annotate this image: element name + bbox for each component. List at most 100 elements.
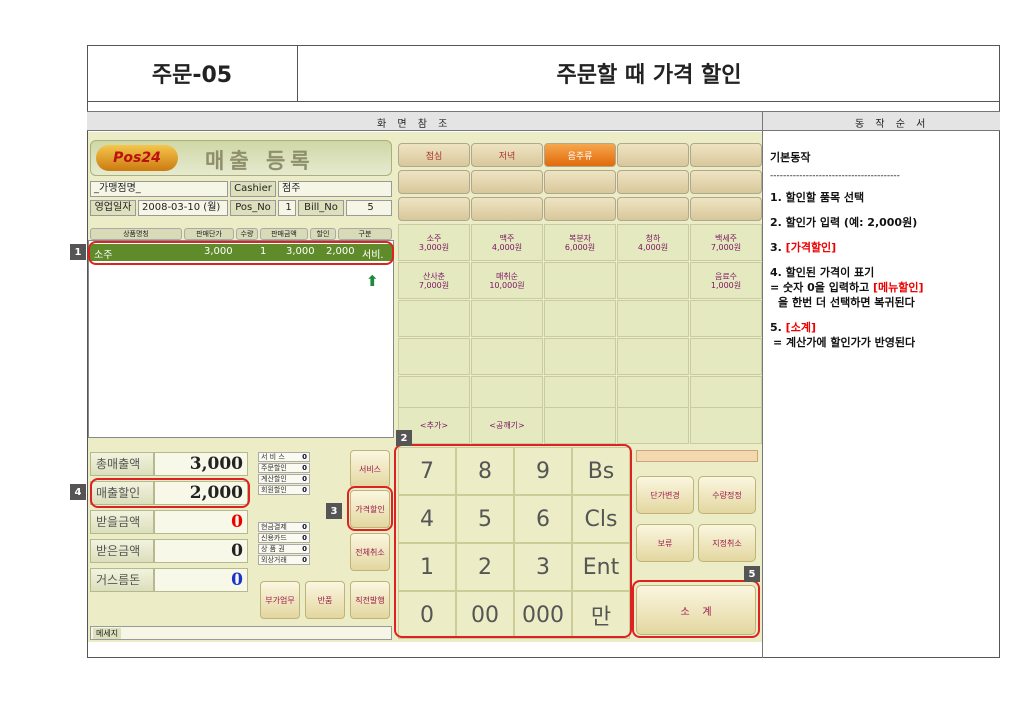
header-divider — [87, 101, 1000, 102]
order-grid — [88, 240, 394, 438]
mini-label: 상 품 권 — [261, 545, 285, 553]
menu-empty[interactable] — [690, 407, 762, 444]
menu-empty[interactable] — [617, 262, 689, 299]
refund-button[interactable]: 반품 — [305, 581, 345, 619]
menu-empty[interactable] — [617, 300, 689, 337]
menu-name: 음료수 — [714, 271, 738, 281]
menu-bokbunja[interactable]: 복분자 6,000원 — [544, 224, 616, 261]
step-5-action: [소계] — [785, 321, 816, 334]
cancel-selected-button[interactable]: 지정취소 — [698, 524, 756, 562]
highlight-box-2 — [394, 444, 632, 638]
menu-empty[interactable] — [544, 338, 616, 375]
step-badge-1: 1 — [70, 244, 86, 260]
step-4b: = 숫자 0을 입력하고 [메뉴할인] — [770, 280, 996, 295]
tab-empty[interactable] — [398, 170, 470, 194]
menu-baekseju[interactable]: 백세주 7,000원 — [690, 224, 762, 261]
menu-maechwisun[interactable]: 매취순 10,000원 — [471, 262, 543, 299]
qty-change-button[interactable]: 수량정정 — [698, 476, 756, 514]
reprint-button[interactable]: 직전발행 — [350, 581, 390, 619]
price-change-button[interactable]: 단가변경 — [636, 476, 694, 514]
tab-empty[interactable] — [544, 197, 616, 221]
vat-button[interactable]: 부가업무 — [260, 581, 300, 619]
step-5-number: 5. — [770, 321, 786, 334]
tab-empty[interactable] — [617, 170, 689, 194]
menu-soda[interactable]: 음료수 1,000원 — [690, 262, 762, 299]
procedure-section-title: 동 작 순 서 — [855, 119, 930, 130]
menu-name: 산사춘 — [422, 271, 446, 281]
menu-empty[interactable] — [690, 338, 762, 375]
receivable-value: 0 — [154, 510, 248, 534]
menu-chungha[interactable]: 청하 4,000원 — [617, 224, 689, 261]
mini-label: 회원할인 — [261, 486, 287, 494]
menu-empty[interactable] — [617, 407, 689, 444]
receivable-label: 받을금액 — [90, 510, 154, 534]
tab-empty[interactable] — [690, 197, 762, 221]
menu-empty[interactable] — [398, 300, 470, 337]
cancel-all-button[interactable]: 전체취소 — [350, 533, 390, 571]
mini-voucher: 상 품 권 0 — [258, 544, 310, 554]
mini-value: 0 — [302, 545, 307, 553]
mini-value: 0 — [302, 523, 307, 531]
mini-cash: 현금결제 0 — [258, 522, 310, 532]
change-value: 0 — [154, 568, 248, 592]
mini-calc-dc: 계산할인 0 — [258, 474, 310, 484]
menu-empty[interactable] — [471, 300, 543, 337]
tab-empty[interactable] — [398, 197, 470, 221]
section-header: 화 면 참 조 동 작 순 서 — [87, 111, 1000, 131]
procedure-heading: 기본동작 — [770, 151, 811, 164]
menu-rice[interactable]: <공깨기> — [471, 407, 543, 444]
step-5b: = 계산가에 할인가가 반영된다 — [773, 336, 916, 349]
menu-empty[interactable] — [471, 338, 543, 375]
mini-card: 신용카드 0 — [258, 533, 310, 543]
step-5: 5. [소계] — [770, 320, 996, 335]
menu-beer[interactable]: 맥주 4,000원 — [471, 224, 543, 261]
mini-order-dc: 주문할인 0 — [258, 463, 310, 473]
hold-button[interactable]: 보류 — [636, 524, 694, 562]
menu-empty[interactable] — [398, 338, 470, 375]
procedure-dashes: ---------------------------------------- — [770, 171, 900, 181]
tab-empty[interactable] — [544, 170, 616, 194]
step-badge-2: 2 — [396, 430, 412, 446]
tab-dinner[interactable]: 저녁 — [471, 143, 543, 167]
menu-name: 맥주 — [499, 233, 515, 243]
page-title: 주문할 때 가격 할인 — [556, 63, 742, 88]
tab-empty[interactable] — [471, 170, 543, 194]
tab-lunch[interactable]: 점심 — [398, 143, 470, 167]
screen-section-title: 화 면 참 조 — [377, 119, 452, 130]
menu-sansachun[interactable]: 산사춘 7,000원 — [398, 262, 470, 299]
menu-price: 7,000원 — [710, 242, 742, 252]
col-header: 할인 — [310, 228, 336, 240]
mini-label: 외상거래 — [261, 556, 287, 564]
highlight-box-5 — [632, 580, 760, 638]
step-2: 2. 할인가 입력 (예: 2,000원) — [770, 216, 918, 229]
step-badge-4: 4 — [70, 484, 86, 500]
tab-empty[interactable] — [617, 143, 689, 167]
up-arrow-icon: ⬆ — [366, 272, 379, 290]
tab-empty[interactable] — [617, 197, 689, 221]
menu-empty[interactable] — [690, 300, 762, 337]
menu-soju[interactable]: 소주 3,000원 — [398, 224, 470, 261]
message-bar: 메세지 — [90, 626, 392, 640]
received-label: 받은금액 — [90, 539, 154, 563]
mini-credit: 외상거래 0 — [258, 555, 310, 565]
bizdate-value: 2008-03-10 (월) — [138, 200, 228, 216]
step-3-action: [가격할인] — [785, 241, 837, 254]
step-badge-3: 3 — [326, 503, 342, 519]
menu-empty[interactable] — [544, 262, 616, 299]
tab-empty[interactable] — [690, 170, 762, 194]
received-value: 0 — [154, 539, 248, 563]
menu-empty[interactable] — [544, 300, 616, 337]
step-3-number: 3. — [770, 241, 786, 254]
tab-empty[interactable] — [471, 197, 543, 221]
mini-label: 신용카드 — [261, 534, 287, 542]
tab-liquor[interactable]: 음주류 — [544, 143, 616, 167]
change-label: 거스름돈 — [90, 568, 154, 592]
menu-empty[interactable] — [617, 338, 689, 375]
mini-value: 0 — [302, 534, 307, 542]
tab-empty[interactable] — [690, 143, 762, 167]
billno-value: 5 — [346, 200, 392, 216]
mini-label: 서 비 스 — [261, 453, 285, 461]
service-button[interactable]: 서비스 — [350, 450, 390, 488]
menu-price: 10,000원 — [489, 280, 525, 290]
menu-empty[interactable] — [544, 407, 616, 444]
